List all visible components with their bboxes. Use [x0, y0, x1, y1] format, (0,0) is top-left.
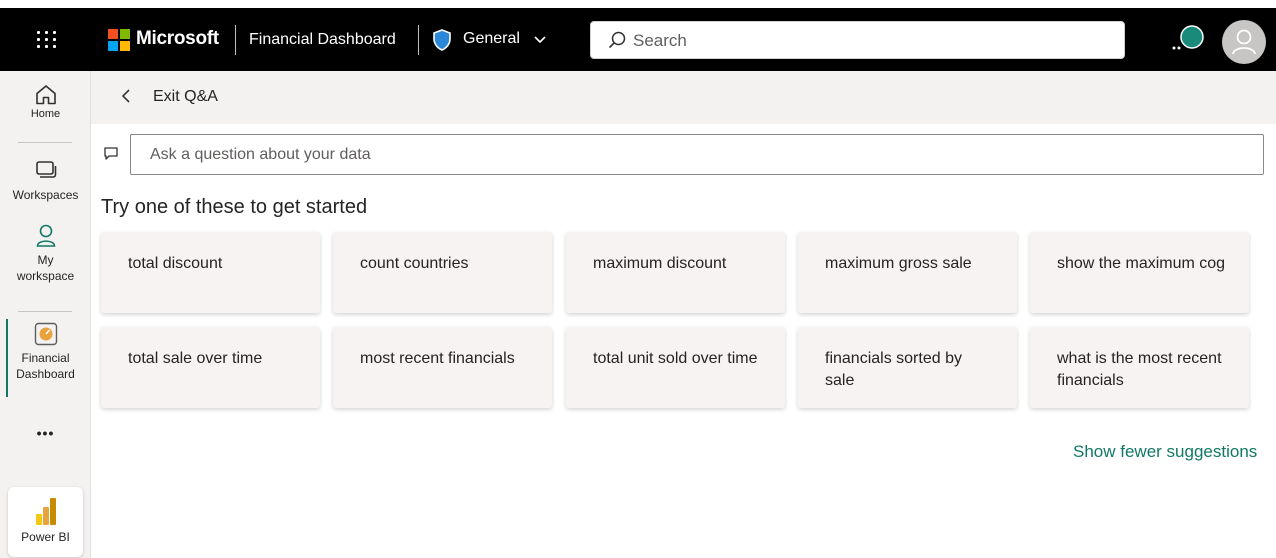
suggestion-card[interactable]: total sale over time	[101, 327, 320, 408]
suggestion-card[interactable]: show the maximum cog	[1030, 232, 1249, 313]
exit-qa-bar: Exit Q&A	[91, 71, 1276, 124]
nav-divider	[18, 142, 72, 143]
avatar[interactable]	[1222, 20, 1266, 64]
search-icon	[608, 31, 626, 49]
suggestion-card[interactable]: most recent financials	[333, 327, 552, 408]
suggestion-card[interactable]: total discount	[101, 232, 320, 313]
nav-item-my-workspace[interactable]: My workspace	[0, 223, 91, 284]
suggestion-card[interactable]: maximum discount	[566, 232, 785, 313]
left-nav: Home Workspaces My workspace Financial D…	[0, 71, 91, 558]
nav-label: My workspace	[16, 253, 75, 283]
home-icon	[35, 85, 56, 105]
suggestion-card[interactable]: count countries	[333, 232, 552, 313]
notification-icon[interactable]	[1170, 22, 1206, 56]
suggestions-heading: Try one of these to get started	[101, 196, 368, 218]
nav-label: Financial Dashboard	[16, 351, 75, 381]
divider	[418, 25, 419, 55]
search-placeholder: Search	[633, 31, 687, 50]
nav-item-home[interactable]: Home	[0, 83, 91, 120]
app-launcher-icon[interactable]	[36, 28, 58, 50]
sensitivity-label[interactable]: General	[463, 30, 520, 48]
shield-icon[interactable]	[432, 29, 452, 51]
qa-question-input[interactable]: Ask a question about your data	[130, 134, 1264, 175]
power-bi-logo-icon	[35, 498, 56, 525]
more-icon[interactable]: •••	[0, 425, 91, 441]
nav-item-financial-dashboard[interactable]: Financial Dashboard	[0, 322, 91, 382]
top-bar: Microsoft Financial Dashboard General Se…	[0, 8, 1276, 71]
chat-icon	[104, 147, 118, 160]
nav-divider	[18, 311, 72, 312]
suggestion-card[interactable]: financials sorted by sale	[798, 327, 1017, 408]
person-icon	[36, 224, 55, 247]
suggestion-card[interactable]: total unit sold over time	[566, 327, 785, 408]
brand-name[interactable]: Microsoft	[136, 28, 219, 50]
suggestion-card[interactable]: maximum gross sale	[798, 232, 1017, 313]
power-bi-button[interactable]: Power BI	[8, 487, 83, 557]
qa-input-placeholder: Ask a question about your data	[150, 146, 371, 163]
workspaces-icon	[35, 161, 56, 178]
divider	[235, 25, 236, 55]
power-bi-label: Power BI	[21, 530, 70, 544]
nav-label: Workspaces	[12, 188, 79, 202]
chevron-down-icon[interactable]	[534, 35, 546, 45]
user-icon	[1232, 29, 1256, 55]
suggestion-card[interactable]: what is the most recent financials	[1030, 327, 1249, 408]
dashboard-icon	[34, 322, 57, 346]
show-fewer-suggestions-link[interactable]: Show fewer suggestions	[1073, 442, 1257, 462]
search-box[interactable]: Search	[590, 21, 1125, 59]
app-title[interactable]: Financial Dashboard	[249, 31, 396, 49]
chevron-left-icon[interactable]	[121, 88, 131, 104]
microsoft-logo-icon	[108, 29, 130, 51]
nav-item-workspaces[interactable]: Workspaces	[0, 158, 91, 202]
nav-label: Home	[30, 108, 61, 120]
exit-qa-button[interactable]: Exit Q&A	[153, 88, 218, 106]
